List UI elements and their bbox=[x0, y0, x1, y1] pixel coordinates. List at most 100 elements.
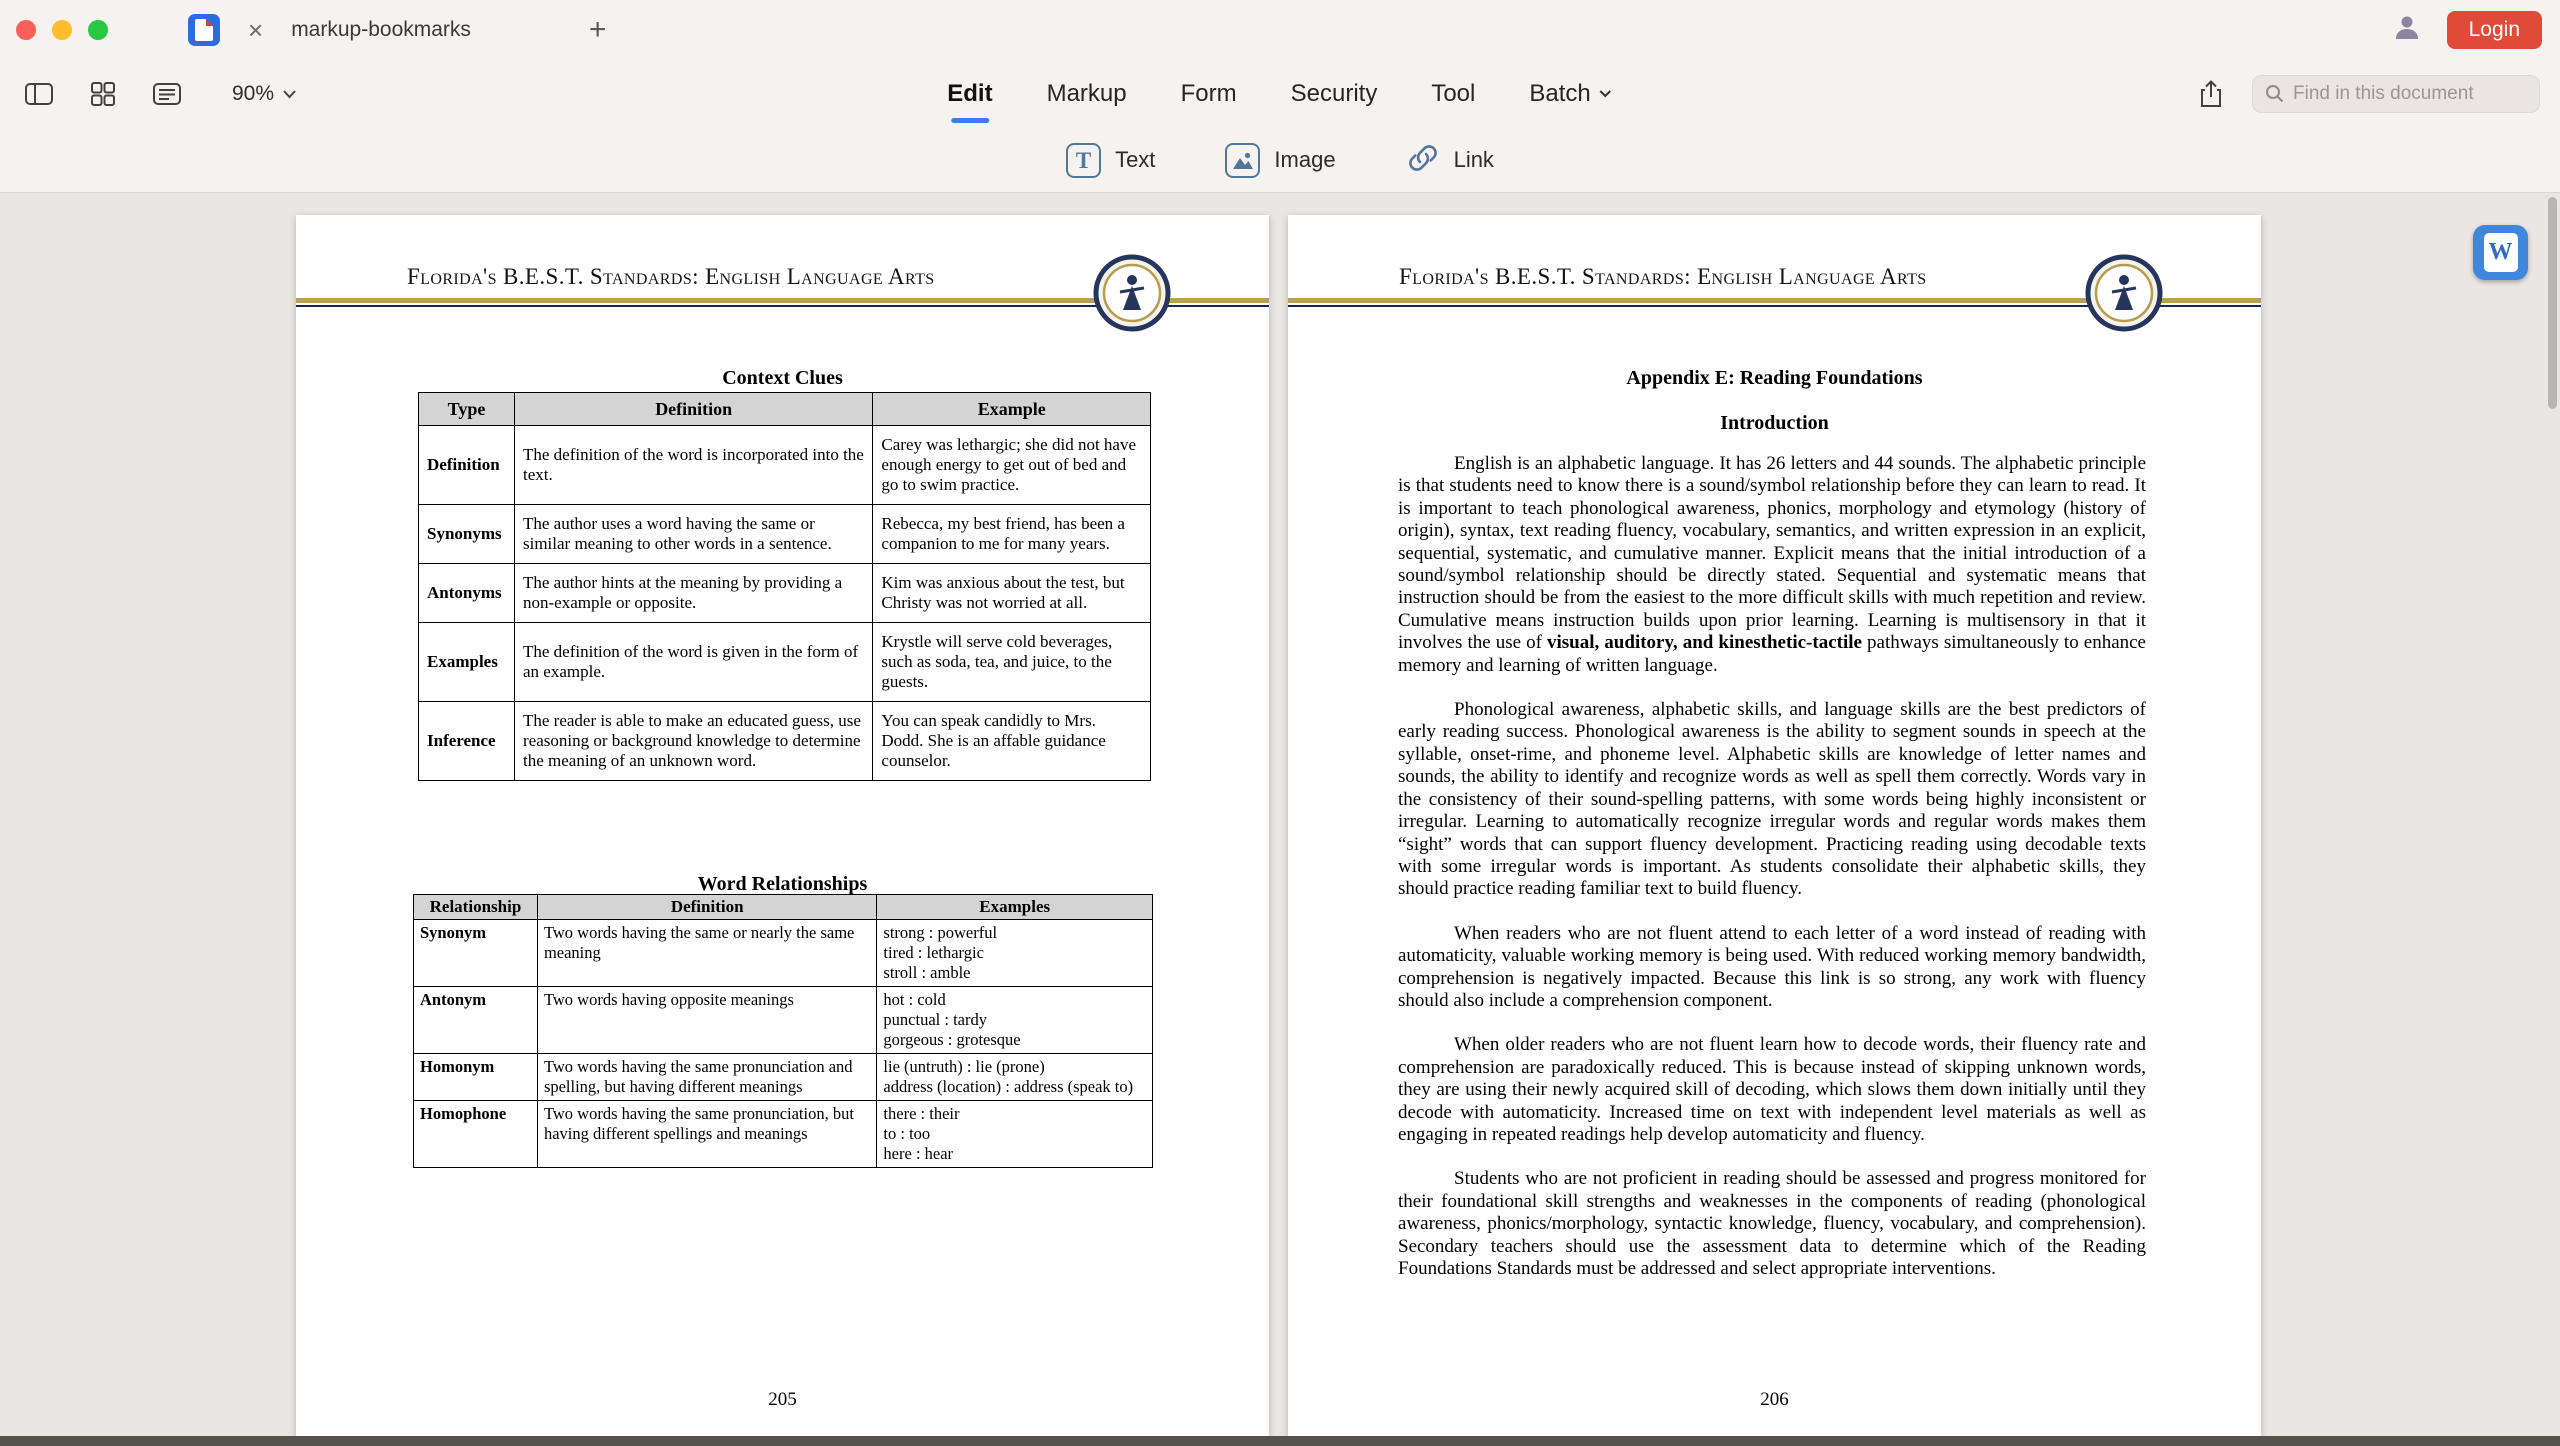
text-tool-button[interactable]: T Text bbox=[1066, 142, 1156, 178]
new-tab-button[interactable]: + bbox=[589, 14, 607, 45]
table-cell: Two words having the same pronunciation,… bbox=[536, 1100, 878, 1168]
table-cell: Antonym bbox=[413, 986, 538, 1054]
table-cell: Inference bbox=[418, 701, 515, 781]
table-cell: lie (untruth) : lie (prone) address (loca… bbox=[876, 1053, 1153, 1101]
table-cell: hot : cold punctual : tardy gorgeous : gro… bbox=[876, 986, 1153, 1054]
menu-tool-label: Tool bbox=[1431, 79, 1476, 107]
table-cell: Synonym bbox=[413, 919, 538, 987]
table-row: Inference The reader is able to make an e… bbox=[418, 701, 1151, 781]
menu-batch-label: Batch bbox=[1529, 79, 1591, 107]
zoom-level: 90% bbox=[232, 81, 275, 105]
login-button[interactable]: Login bbox=[2446, 10, 2542, 49]
share-icon[interactable] bbox=[2194, 77, 2228, 111]
app-window: × markup-bookmarks + Login 90% Edit Mark… bbox=[0, 0, 2560, 1446]
main-toolbar: 90% Edit Markup Form Security Tool Batch… bbox=[0, 59, 2560, 128]
table-row: Antonym Two words having opposite meaning… bbox=[413, 986, 1153, 1054]
table-cell: there : their to : too here : hear bbox=[876, 1100, 1153, 1168]
table-cell: Krystle will serve cold beverages, such … bbox=[872, 622, 1151, 702]
link-tool-button[interactable]: Link bbox=[1406, 141, 1494, 180]
table-header-row: Relationship Definition Examples bbox=[413, 894, 1153, 920]
table-cell: Two words having opposite meanings bbox=[536, 986, 878, 1054]
menu-markup[interactable]: Markup bbox=[1047, 59, 1127, 128]
search-input[interactable] bbox=[2293, 82, 2513, 105]
link-tool-label: Link bbox=[1453, 147, 1494, 172]
column-header: Relationship bbox=[413, 894, 538, 920]
zoom-window-button[interactable] bbox=[88, 19, 108, 40]
paragraph: Phonological awareness, alphabetic skill… bbox=[1398, 699, 2146, 900]
table-cell: Two words having the same pronunciation … bbox=[536, 1053, 878, 1101]
menu-security-label: Security bbox=[1290, 79, 1378, 107]
column-header: Definition bbox=[536, 894, 878, 920]
minimize-window-button[interactable] bbox=[52, 19, 72, 40]
image-tool-button[interactable]: Image bbox=[1225, 142, 1336, 178]
word-relationships-table: Relationship Definition Examples Synonym Tw… bbox=[413, 894, 1153, 1168]
search-icon bbox=[2266, 85, 2284, 103]
sidebar-toggle-icon[interactable] bbox=[22, 77, 56, 111]
document-canvas[interactable]: Florida's B.E.S.T. Standards: English La… bbox=[0, 193, 2560, 1436]
running-header: Florida's B.E.S.T. Standards: English La… bbox=[407, 264, 935, 289]
vertical-scrollbar[interactable] bbox=[2548, 197, 2557, 409]
table-cell: Antonyms bbox=[418, 563, 515, 623]
table-cell: strong : powerful tired : lethargic stroll… bbox=[876, 919, 1153, 987]
tab-close-icon[interactable]: × bbox=[248, 17, 263, 43]
paragraph: Students who are not proficient in readi… bbox=[1398, 1168, 2146, 1279]
user-avatar-icon[interactable] bbox=[2393, 13, 2421, 46]
paragraphs: English is an alphabetic language. It ha… bbox=[1398, 453, 2146, 1302]
active-menu-underline bbox=[950, 118, 989, 123]
tab-title[interactable]: markup-bookmarks bbox=[291, 18, 471, 42]
grid-view-icon[interactable] bbox=[86, 77, 120, 111]
menu-markup-label: Markup bbox=[1046, 79, 1127, 107]
paragraph: English is an alphabetic language. It ha… bbox=[1398, 453, 2146, 676]
table-cell: You can speak candidly to Mrs. Dodd. She… bbox=[872, 701, 1151, 781]
app-logo-icon bbox=[188, 13, 220, 46]
column-header: Example bbox=[872, 392, 1151, 426]
word-relationships-title: Word Relationships bbox=[697, 873, 868, 895]
zoom-control[interactable]: 90% bbox=[232, 82, 297, 106]
reader-view-icon[interactable] bbox=[150, 77, 184, 111]
table-cell: Definition bbox=[418, 425, 515, 505]
word-converter-widget[interactable]: W bbox=[2473, 225, 2528, 280]
close-window-button[interactable] bbox=[16, 19, 36, 40]
menu-edit-label: Edit bbox=[947, 79, 993, 107]
table-row: Synonym Two words having the same or near… bbox=[413, 919, 1153, 987]
text-tool-label: Text bbox=[1115, 147, 1156, 172]
menu-security[interactable]: Security bbox=[1291, 59, 1378, 128]
intro-title: Introduction bbox=[1720, 412, 1829, 434]
paragraph: When older readers who are not fluent le… bbox=[1398, 1034, 2146, 1145]
menu-form[interactable]: Form bbox=[1181, 59, 1237, 128]
pdf-page-206[interactable]: Florida's B.E.S.T. Standards: English La… bbox=[1288, 215, 2261, 1436]
column-header: Type bbox=[418, 392, 515, 426]
table-cell: The author uses a word having the same o… bbox=[513, 504, 874, 564]
context-clues-table: Type Definition Example Definition The defi… bbox=[418, 392, 1151, 781]
table-cell: Examples bbox=[418, 622, 515, 702]
table-cell: Synonyms bbox=[418, 504, 515, 564]
table-row: Homonym Two words having the same pronunc… bbox=[413, 1053, 1153, 1101]
running-header: Florida's B.E.S.T. Standards: English La… bbox=[1399, 264, 1927, 289]
table-cell: The definition of the word is given in t… bbox=[513, 622, 874, 702]
table-row: Antonyms The author hints at the meaning … bbox=[418, 563, 1151, 623]
page-number: 206 bbox=[1760, 1389, 1789, 1410]
menu-tool[interactable]: Tool bbox=[1431, 59, 1475, 128]
pdf-page-205[interactable]: Florida's B.E.S.T. Standards: English La… bbox=[296, 215, 1269, 1436]
link-icon bbox=[1406, 141, 1440, 180]
table-cell: The definition of the word is incorporat… bbox=[513, 425, 874, 505]
table-cell: Homophone bbox=[413, 1100, 538, 1168]
appendix-title: Appendix E: Reading Foundations bbox=[1626, 367, 1923, 389]
menu-edit[interactable]: Edit bbox=[947, 59, 993, 128]
table-cell: Rebecca, my best friend, has been a comp… bbox=[872, 504, 1151, 564]
context-clues-title: Context Clues bbox=[722, 367, 843, 389]
image-tool-label: Image bbox=[1274, 147, 1336, 172]
table-cell: The author hints at the meaning by provi… bbox=[513, 563, 874, 623]
menu-batch[interactable]: Batch bbox=[1529, 59, 1612, 128]
table-row: Examples The definition of the word is gi… bbox=[418, 622, 1151, 702]
table-header-row: Type Definition Example bbox=[418, 392, 1151, 426]
table-cell: Two words having the same or nearly the … bbox=[536, 919, 878, 987]
table-cell: Homonym bbox=[413, 1053, 538, 1101]
table-row: Homophone Two words having the same pronu… bbox=[413, 1100, 1153, 1168]
table-row: Synonyms The author uses a word having th… bbox=[418, 504, 1151, 564]
department-seal-icon bbox=[1093, 254, 1171, 332]
column-header: Definition bbox=[513, 392, 874, 426]
department-seal-icon bbox=[2085, 254, 2163, 332]
chevron-down-icon bbox=[283, 89, 296, 98]
text-icon: T bbox=[1066, 142, 1102, 178]
